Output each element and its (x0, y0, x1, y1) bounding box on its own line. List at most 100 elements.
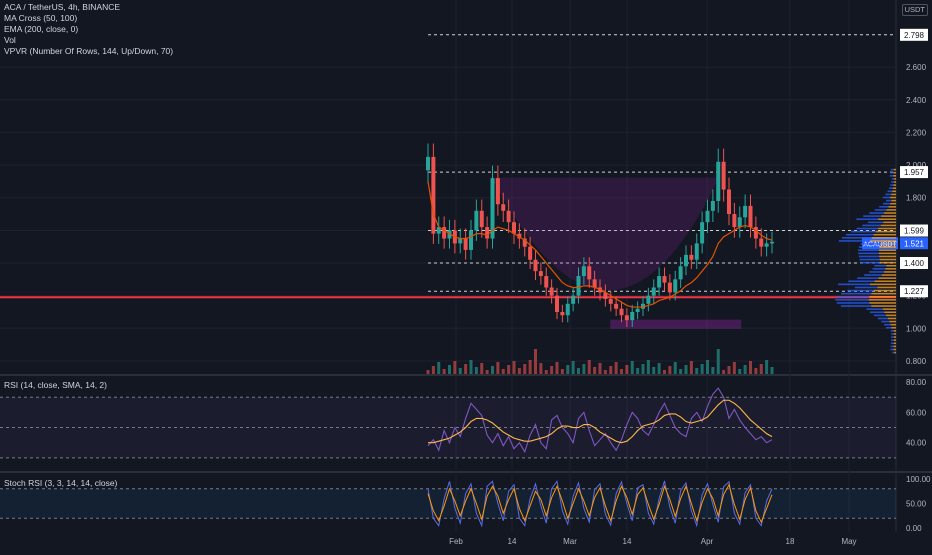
volume-bar (765, 360, 769, 374)
vpvr-bar-down (869, 295, 896, 298)
candle-body (694, 243, 699, 260)
vpvr-bar-up (872, 268, 886, 270)
candle-body (479, 210, 484, 228)
legend-vpvr[interactable]: VPVR (Number Of Rows, 144, Up/Down, 70) (4, 46, 173, 57)
volume-bar (679, 369, 683, 374)
chart-stage[interactable]: 2.6002.4002.2002.0001.8001.6001.4001.200… (0, 0, 932, 550)
vpvr-bar-down (894, 351, 896, 354)
legend-ema[interactable]: EMA (200, close, 0) (4, 24, 173, 35)
volume-bar (609, 366, 613, 374)
time-tick-label: May (841, 537, 856, 546)
vpvr-bar-up (891, 339, 894, 341)
candle-body (673, 279, 678, 293)
vpvr-bar-down (889, 320, 896, 323)
legend-ma-cross[interactable]: MA Cross (50, 100) (4, 13, 173, 24)
price-tag-label: 1.400 (904, 259, 925, 268)
volume-bar (523, 364, 527, 374)
time-tick-label: Feb (449, 537, 463, 546)
candle-body (495, 178, 500, 205)
candle-body (474, 210, 479, 231)
volume-bar (673, 362, 677, 374)
vpvr-bar-up (890, 348, 894, 351)
vpvr-bar-down (880, 224, 896, 227)
price-tag-label: 2.798 (904, 31, 925, 40)
candle-body (576, 276, 581, 296)
vpvr-bar-down (893, 330, 896, 332)
volume-bar (544, 370, 548, 374)
vpvr-bar-up (890, 171, 894, 174)
volume-bar (646, 360, 650, 374)
vpvr-bar-up (889, 175, 894, 177)
volume-bar (571, 361, 575, 374)
candle-body (759, 238, 764, 247)
candle-body (506, 210, 511, 223)
vpvr-bar-down (890, 323, 896, 326)
vpvr-bar-up (863, 215, 882, 217)
vpvr-bar-down (878, 277, 896, 279)
vpvr-bar-down (869, 283, 896, 286)
volume-bar (630, 361, 634, 374)
chart-legend: ACA / TetherUS, 4h, BINANCE MA Cross (50… (4, 2, 173, 57)
vpvr-bar-up (860, 243, 881, 245)
handle-box (610, 319, 742, 329)
vpvr-bar-down (877, 286, 896, 289)
candle-body (463, 238, 468, 250)
volume-bar (566, 365, 570, 374)
currency-badge[interactable]: USDT (901, 4, 928, 16)
vpvr-bar-up (889, 187, 893, 190)
vpvr-bar-down (878, 218, 896, 221)
vpvr-bar-down (891, 193, 896, 196)
volume-bar (539, 363, 543, 374)
candle-body (700, 222, 705, 244)
candle-body (630, 311, 635, 321)
vpvr-bar-up (858, 252, 879, 255)
vpvr-bar-down (881, 274, 896, 276)
candle-body (624, 315, 629, 321)
volume-bar (689, 361, 693, 374)
vpvr-bar-down (886, 264, 896, 267)
vpvr-bar-up (846, 233, 874, 236)
volume-bar (641, 364, 645, 374)
price-tick-label: 2.200 (906, 128, 927, 137)
vpvr-bar-up (858, 249, 879, 252)
vpvr-bar-down (892, 187, 896, 190)
time-tick-label: Apr (701, 537, 714, 546)
vpvr-bar-down (893, 168, 896, 171)
volume-bar (485, 370, 489, 374)
vpvr-bar-up (883, 202, 891, 205)
volume-bar (603, 370, 607, 374)
vpvr-bar-down (888, 206, 896, 208)
volume-bar (517, 368, 521, 374)
vpvr-bar-down (883, 271, 896, 273)
volume-bar (663, 370, 666, 374)
vpvr-bar-up (891, 178, 895, 180)
volume-bar (431, 366, 435, 374)
stoch-tick-label: 50.00 (906, 499, 927, 508)
candle-body (587, 266, 592, 280)
candle-body (565, 303, 570, 316)
vpvr-bar-up (886, 326, 892, 329)
candle-body (549, 287, 554, 296)
candle-body (426, 156, 430, 171)
vpvr-bar-up (854, 286, 878, 289)
vpvr-bar-down (875, 230, 896, 233)
vpvr-bar-down (893, 333, 896, 335)
vpvr-bar-down (871, 292, 896, 295)
candle-body (651, 287, 656, 296)
volume-bar (587, 360, 591, 374)
chart-canvas[interactable]: 2.6002.4002.2002.0001.8001.6001.4001.200… (0, 0, 932, 550)
vpvr-bar-up (879, 206, 889, 208)
vpvr-bar-up (869, 212, 884, 214)
legend-vol[interactable]: Vol (4, 35, 173, 46)
vpvr-bar-up (886, 199, 892, 202)
volume-bar (620, 369, 623, 374)
vpvr-bar-up (892, 351, 895, 354)
volume-bar (512, 361, 516, 374)
legend-title[interactable]: ACA / TetherUS, 4h, BINANCE (4, 2, 173, 13)
volume-bar (727, 366, 731, 374)
rsi-pane-title[interactable]: RSI (14, close, SMA, 14, 2) (4, 380, 107, 390)
stoch-pane-title[interactable]: Stoch RSI (3, 3, 14, 14, close) (4, 478, 117, 488)
price-tick-label: 1.800 (906, 194, 927, 203)
vpvr-bar-up (891, 336, 894, 338)
vpvr-bar-down (882, 308, 896, 310)
